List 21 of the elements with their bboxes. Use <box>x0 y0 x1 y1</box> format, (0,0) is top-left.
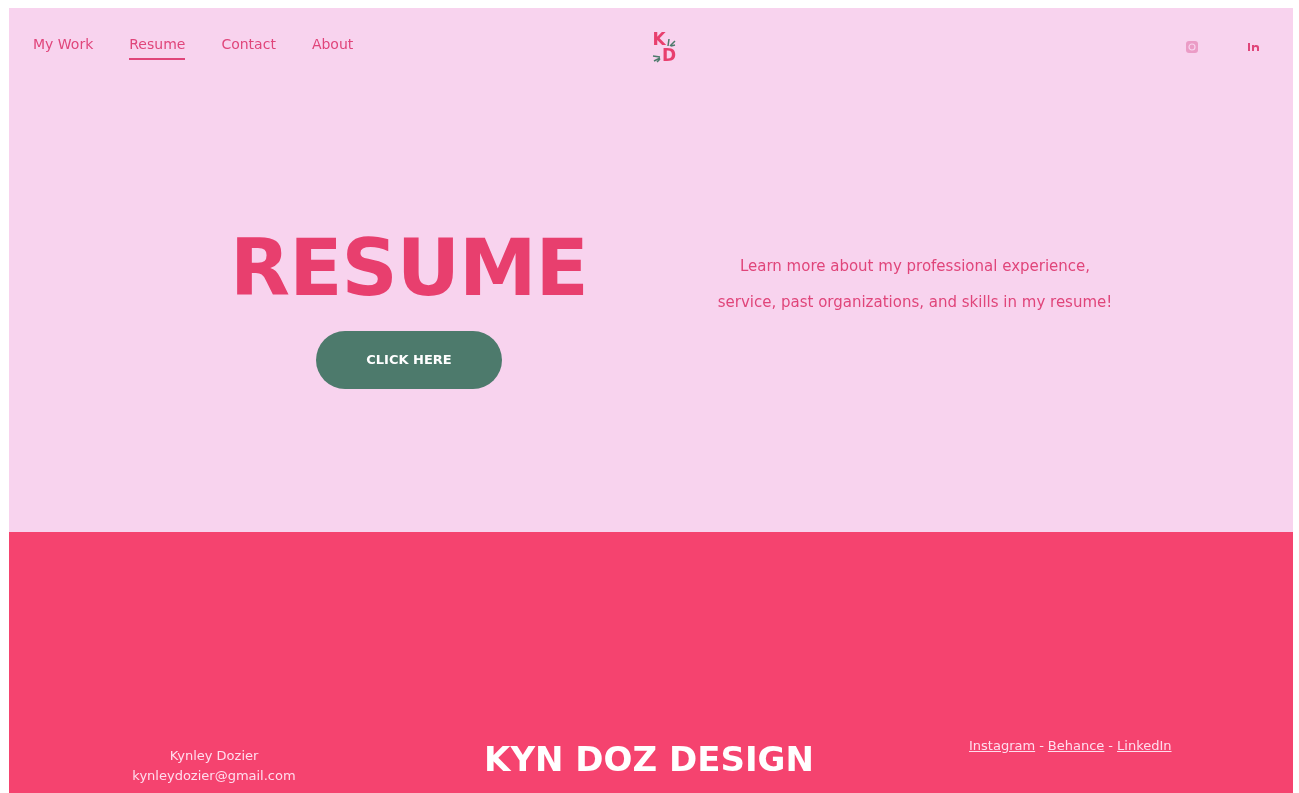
footer-brand: KYN DOZ DESIGN <box>483 738 815 781</box>
social-link[interactable]: Behance <box>1047 735 1105 755</box>
sparkle-icon <box>665 37 676 47</box>
sparkle-icon <box>651 53 662 63</box>
email-link[interactable]: kynleydozier@gmail.com <box>132 765 296 785</box>
nav-link[interactable]: Resume <box>129 34 186 60</box>
nav-link[interactable]: About <box>311 34 354 60</box>
linkedin-icon[interactable] <box>1247 42 1261 52</box>
nav-link[interactable]: Contact <box>221 34 276 60</box>
instagram-icon[interactable] <box>1185 40 1199 54</box>
page-title: RESUME <box>230 229 588 307</box>
intro-paragraph: Learn more about my professional experience, service, past organizations, and skills in my resume! <box>716 256 1114 313</box>
link-separator: - <box>1108 736 1114 755</box>
footer-name: Kynley Dozier <box>169 747 259 765</box>
link-separator: - <box>1039 736 1044 755</box>
logo-letter: D <box>661 47 677 63</box>
social-link[interactable]: Instagram <box>969 735 1036 755</box>
logo-letter: K <box>652 31 666 47</box>
social-link[interactable]: LinkedIn <box>1117 735 1172 755</box>
click-here-button[interactable]: CLICK HERE <box>316 331 502 389</box>
nav-link[interactable]: My Work <box>33 34 94 60</box>
